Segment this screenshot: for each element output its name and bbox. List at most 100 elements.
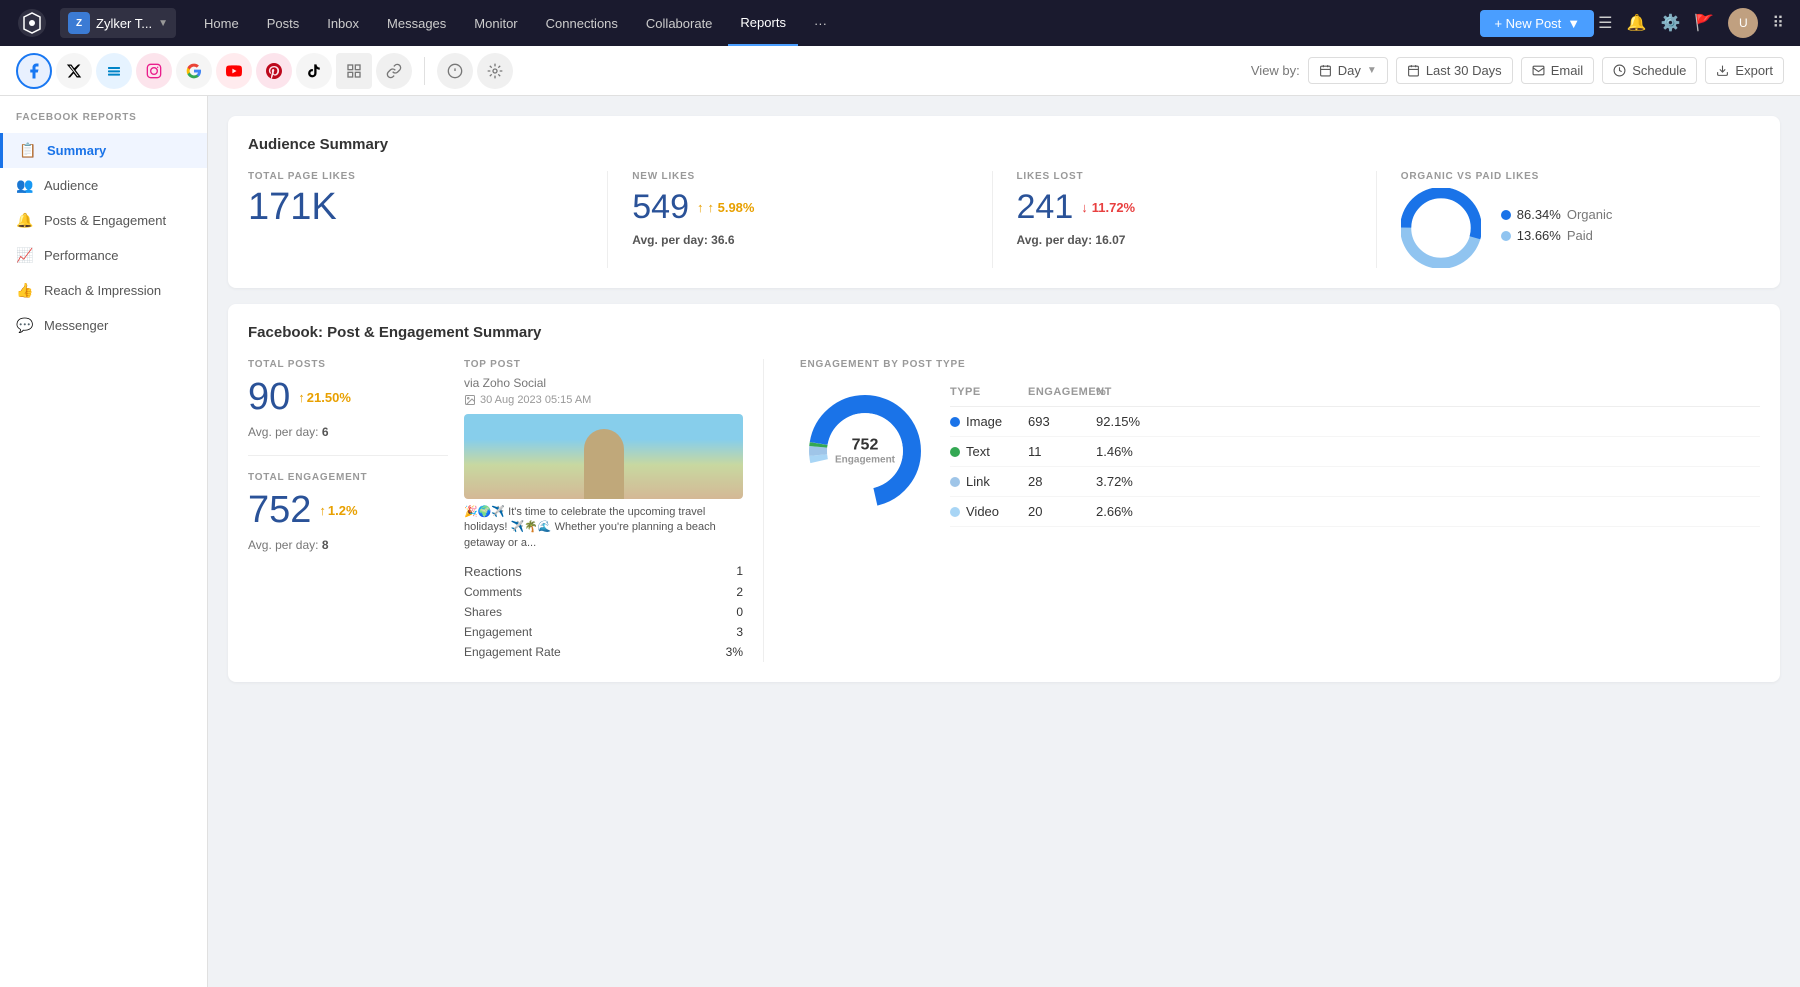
brand-chevron-icon: ▼ — [158, 18, 168, 29]
eng-val-image: 693 — [1028, 414, 1088, 429]
total-posts-value: 90 — [248, 376, 290, 419]
organic-legend-item: 86.34% Organic — [1501, 207, 1613, 222]
total-engagement-value: 752 — [248, 489, 311, 532]
flag-icon[interactable]: 🚩 — [1694, 13, 1714, 33]
organic-vs-paid-stat: ORGANIC VS PAID LIKES — [1401, 171, 1760, 268]
new-likes-value: 549 — [632, 188, 689, 227]
facebook-icon[interactable] — [16, 53, 52, 89]
youtube-icon[interactable] — [216, 53, 252, 89]
apps-icon[interactable]: ⠿ — [1772, 13, 1784, 33]
hamburger-icon[interactable]: ☰ — [1598, 13, 1612, 33]
twitter-x-icon[interactable] — [56, 53, 92, 89]
eng-val-video: 20 — [1028, 504, 1088, 519]
eng-type-link: Link — [950, 474, 1020, 489]
nav-posts[interactable]: Posts — [255, 0, 312, 46]
audience-summary-card: Audience Summary TOTAL PAGE LIKES 171K N… — [228, 116, 1780, 288]
donut-total-sub: Engagement — [835, 455, 895, 467]
shares-row: Shares 0 — [464, 602, 743, 622]
engagement-label: Engagement — [464, 625, 532, 639]
reach-impression-icon: 👍 — [16, 282, 34, 299]
audience-stats-grid: TOTAL PAGE LIKES 171K NEW LIKES 549 ↑ ↑ … — [248, 171, 1760, 268]
engagement-type-chart: 752 Engagement TYPE ENGAGEMENT % — [800, 376, 1760, 527]
new-post-button[interactable]: + New Post ▼ — [1480, 10, 1594, 37]
bell-icon[interactable]: 🔔 — [1627, 13, 1647, 33]
paid-pct: 13.66% — [1517, 228, 1561, 243]
nav-messages[interactable]: Messages — [375, 0, 458, 46]
text-dot — [950, 447, 960, 457]
nav-home[interactable]: Home — [192, 0, 251, 46]
export-button[interactable]: Export — [1705, 57, 1784, 84]
shares-label: Shares — [464, 605, 502, 619]
eng-type-text: Text — [950, 444, 1020, 459]
top-post-col: TOP POST via Zoho Social 30 Aug 2023 05:… — [464, 359, 764, 662]
total-page-likes-label: TOTAL PAGE LIKES — [248, 171, 583, 182]
social-extra-2[interactable] — [477, 53, 513, 89]
engagement-rate-label: Engagement Rate — [464, 645, 561, 659]
email-label: Email — [1551, 63, 1584, 78]
pinterest-icon[interactable] — [256, 53, 292, 89]
reactions-row: Reactions 1 — [464, 561, 743, 582]
post-engagement-grid: TOTAL POSTS 90 ↑ 21.50% Avg. per day: 6 — [248, 359, 1760, 662]
settings-icon[interactable]: ⚙️ — [1660, 13, 1680, 33]
tiktok-icon[interactable] — [296, 53, 332, 89]
nav-reports[interactable]: Reports — [728, 0, 798, 46]
audience-summary-title: Audience Summary — [248, 136, 1760, 153]
eng-header-engagement: ENGAGEMENT — [1028, 386, 1088, 398]
date-range-label: Last 30 Days — [1426, 63, 1502, 78]
social-extra-1[interactable] — [437, 53, 473, 89]
user-avatar[interactable]: U — [1728, 8, 1758, 38]
nav-collaborate[interactable]: Collaborate — [634, 0, 725, 46]
viewby-label: View by: — [1251, 63, 1300, 78]
google-icon[interactable] — [176, 53, 212, 89]
likes-lost-avg: Avg. per day: 16.07 — [1017, 233, 1352, 247]
organic-label: Organic — [1567, 207, 1613, 222]
reactions-value: 1 — [736, 564, 743, 579]
link-icon[interactable] — [376, 53, 412, 89]
total-engagement-change: ↑ 1.2% — [319, 503, 357, 518]
email-button[interactable]: Email — [1521, 57, 1595, 84]
new-likes-avg: Avg. per day: 36.6 — [632, 233, 967, 247]
engagement-type-table: TYPE ENGAGEMENT % Image 693 92.15% — [950, 386, 1760, 527]
brand-selector[interactable]: Z Zylker T... ▼ — [60, 8, 176, 38]
eng-pct-text: 1.46% — [1096, 444, 1760, 459]
engagement-donut: 752 Engagement — [800, 386, 930, 516]
total-posts-label: TOTAL POSTS — [248, 359, 448, 370]
new-post-chevron-icon: ▼ — [1567, 16, 1580, 31]
down-arrow-icon: ↓ — [1081, 200, 1088, 215]
new-likes-stat: NEW LIKES 549 ↑ ↑ 5.98% Avg. per day: 36… — [632, 171, 992, 268]
day-selector[interactable]: Day ▼ — [1308, 57, 1388, 84]
shares-value: 0 — [736, 605, 743, 619]
nav-inbox[interactable]: Inbox — [315, 0, 371, 46]
image-dot — [950, 417, 960, 427]
view-controls: View by: Day ▼ Last 30 Days Email Schedu… — [1251, 57, 1784, 84]
main-layout: Facebook Reports 📋 Summary 👥 Audience 🔔 … — [0, 96, 1800, 987]
sidebar-item-summary[interactable]: 📋 Summary — [0, 133, 207, 168]
sidebar-item-audience[interactable]: 👥 Audience — [0, 168, 207, 203]
total-page-likes-stat: TOTAL PAGE LIKES 171K — [248, 171, 608, 268]
top-post-label: TOP POST — [464, 359, 743, 370]
likes-lost-value: 241 — [1017, 188, 1074, 227]
eng-header-type: TYPE — [950, 386, 1020, 398]
buffer-icon[interactable] — [96, 53, 132, 89]
likes-lost-label: LIKES LOST — [1017, 171, 1352, 182]
donut-center: 752 Engagement — [835, 435, 895, 466]
organic-pct: 86.34% — [1517, 207, 1561, 222]
engagement-value: 3 — [736, 625, 743, 639]
sidebar-item-reach-impression[interactable]: 👍 Reach & Impression — [0, 273, 207, 308]
export-label: Export — [1735, 63, 1773, 78]
grid-icon[interactable] — [336, 53, 372, 89]
schedule-button[interactable]: Schedule — [1602, 57, 1697, 84]
sidebar-item-performance[interactable]: 📈 Performance — [0, 238, 207, 273]
eng-type-video: Video — [950, 504, 1020, 519]
nav-monitor[interactable]: Monitor — [462, 0, 529, 46]
paid-dot — [1501, 231, 1511, 241]
day-label: Day — [1338, 63, 1361, 78]
instagram-icon[interactable] — [136, 53, 172, 89]
sidebar-item-posts-engagement[interactable]: 🔔 Posts & Engagement — [0, 203, 207, 238]
nav-more[interactable]: ··· — [802, 0, 839, 46]
date-range-selector[interactable]: Last 30 Days — [1396, 57, 1513, 84]
nav-actions: ☰ 🔔 ⚙️ 🚩 U ⠿ — [1598, 8, 1784, 38]
organic-dot — [1501, 210, 1511, 220]
nav-connections[interactable]: Connections — [534, 0, 630, 46]
sidebar-item-messenger[interactable]: 💬 Messenger — [0, 308, 207, 343]
